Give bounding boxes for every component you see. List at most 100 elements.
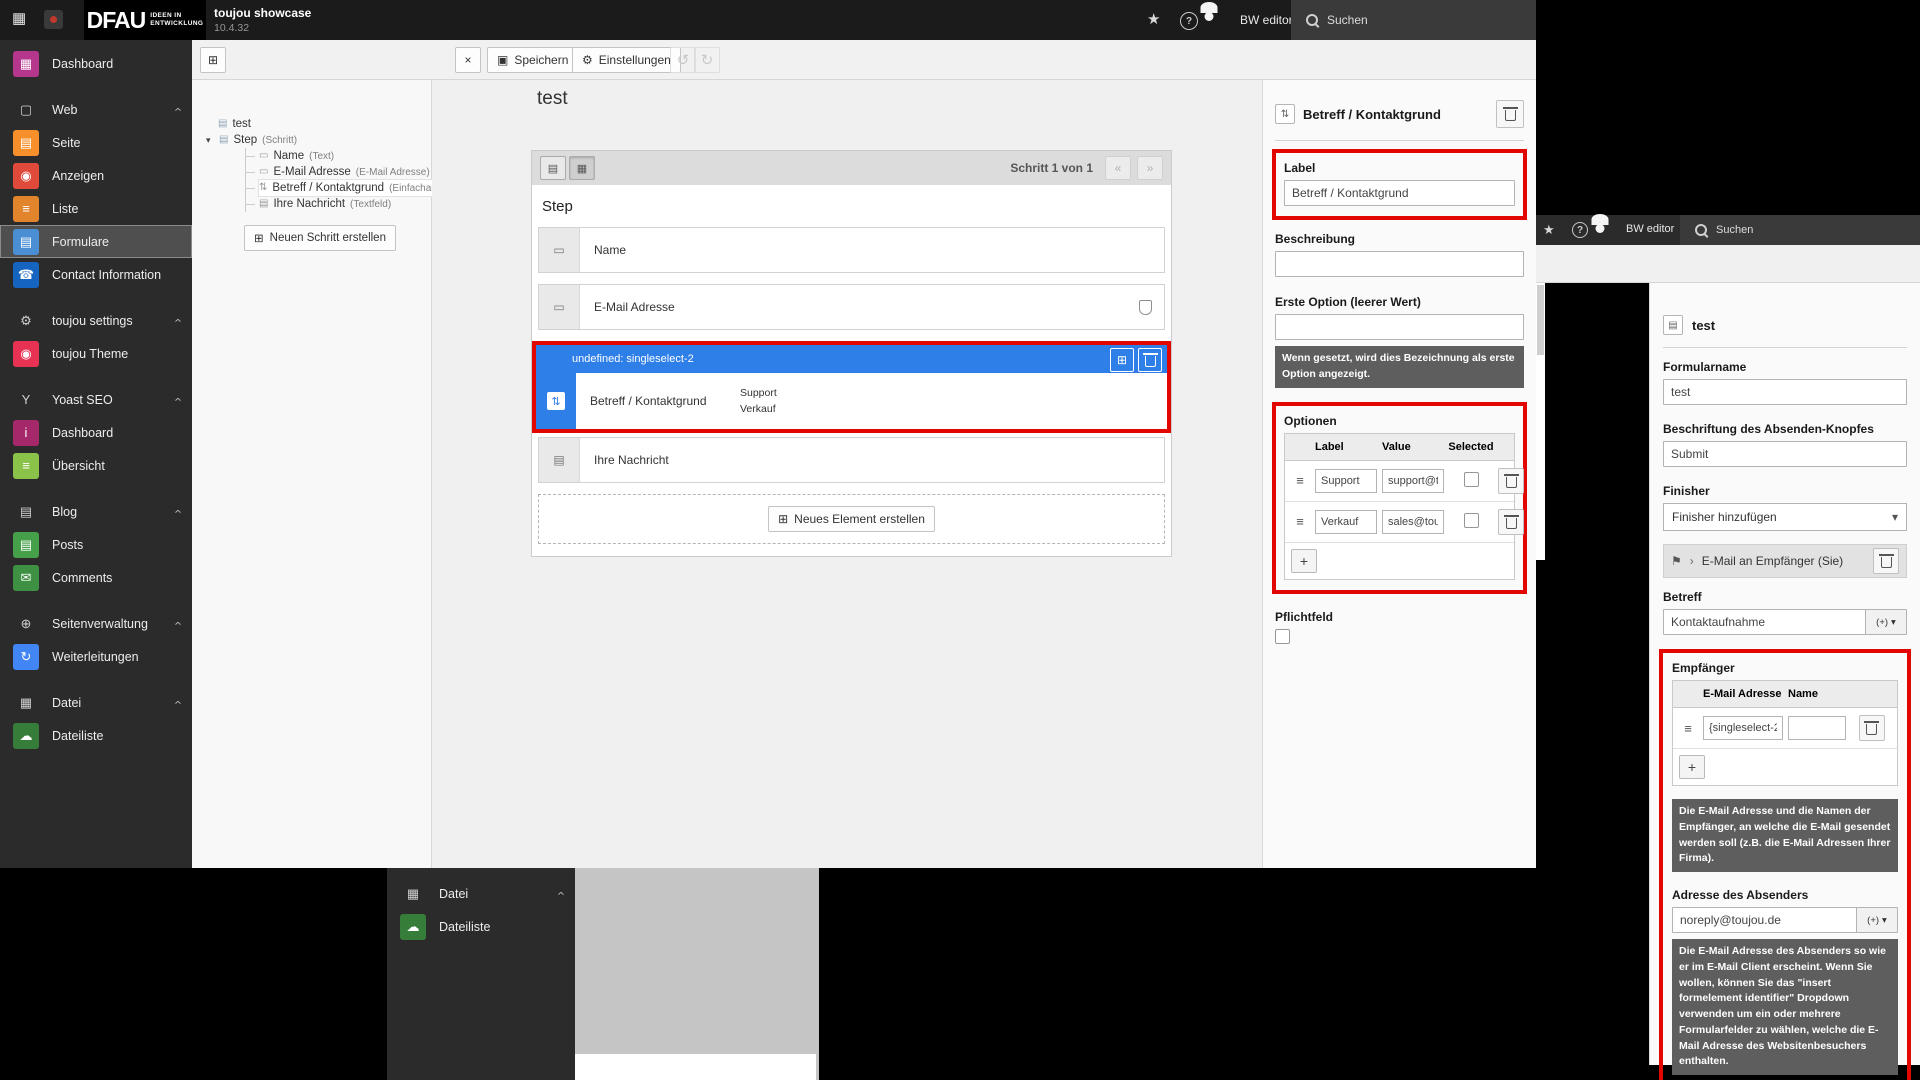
sidebar-item-contact-information[interactable]: ☎ Contact Information [0,258,192,291]
bookmark-star-icon[interactable]: ★ [1147,12,1160,27]
sidebar-item-dateiliste[interactable]: ☁ Dateiliste [387,910,575,943]
sidebar-section-yoast-seo[interactable]: Y Yoast SEO › [0,383,192,416]
search-input[interactable]: Suchen [1291,0,1536,40]
form-element-message[interactable]: ▤ Ihre Nachricht [538,437,1165,483]
window2-scrollbar[interactable] [1536,283,1545,560]
trash-icon [1145,356,1156,367]
drag-handle-icon[interactable]: ≡ [1673,721,1703,736]
insert-formelement-dropdown[interactable]: (+) ▾ [1856,908,1897,932]
new-form-button[interactable]: ⊞ [200,47,226,73]
tree-node-nachricht[interactable]: ▤ Ihre Nachricht (Textfeld) [246,196,431,212]
sidebar-item-comments[interactable]: ✉ Comments [0,561,192,594]
sidebar-item-anzeigen[interactable]: ◉ Anzeigen [0,159,192,192]
sidebar-item-weiterleitungen[interactable]: ↻ Weiterleitungen [0,640,192,673]
prev-step-button[interactable]: « [1105,156,1131,180]
sidebar-section-blog[interactable]: ▤ Blog › [0,495,192,528]
first-option-help: Wenn gesetzt, wird dies Bezeichnung als … [1275,346,1524,388]
screen: ★ ? BW editor Suchen ▦ Datei › ☁ Dateili… [0,0,1920,1080]
comments-icon: ✉ [13,565,39,591]
sidebar-item-dashboard[interactable]: ▦ Dashboard [0,47,192,80]
add-recipient-button[interactable]: + [1679,755,1705,779]
finisher-item-header[interactable]: ⚑ › E-Mail an Empfänger (Sie) [1663,544,1907,578]
sidebar-item-formulare[interactable]: ▤ Formulare [0,225,192,258]
tree-node-step[interactable]: ▾ ▤ Step (Schritt) [206,132,431,148]
redo-button[interactable]: ↻ [694,47,720,73]
sidebar-item-liste[interactable]: ≡ Liste [0,192,192,225]
bookmark-star-icon[interactable]: ★ [1543,223,1555,236]
list-icon: ≡ [13,196,39,222]
close-button[interactable]: × [455,47,481,73]
edit-toggle-icon[interactable]: ▦ [569,156,595,180]
tree-root[interactable]: ▤ test [218,116,431,132]
preview-toggle-icon[interactable]: ▤ [540,156,566,180]
version: 10.4.32 [214,22,311,34]
sidebar-item-yoast-dashboard[interactable]: i Dashboard [0,416,192,449]
option-label-input[interactable] [1315,469,1377,493]
selected-element-body[interactable]: ⇅ Betreff / Kontaktgrund Support Verkauf [536,373,1167,429]
insert-formelement-dropdown[interactable]: (+) ▾ [1865,610,1906,634]
user-name[interactable]: BW editor [1240,13,1293,27]
user-name[interactable]: BW editor [1626,223,1674,235]
tree-node-name[interactable]: ▭ Name (Text) [246,148,431,164]
settings-button[interactable]: ⚙ Einstellungen [572,47,681,73]
text-field-icon: ▭ [539,228,580,272]
required-checkbox[interactable] [1275,629,1290,644]
description-label: Beschreibung [1275,232,1524,246]
sidebar-section-toujou-settings[interactable]: ⚙ toujou settings › [0,304,192,337]
drag-handle-icon[interactable]: ≡ [1285,473,1315,488]
new-element-after-button[interactable]: ⊞ [1110,348,1134,372]
delete-recipient-button[interactable] [1859,715,1885,741]
new-element-button[interactable]: ⊞ Neues Element erstellen [768,506,935,532]
sidebar-section-seitenverwaltung[interactable]: ⊕ Seitenverwaltung › [0,607,192,640]
delete-option-button[interactable] [1498,509,1524,535]
help-icon[interactable]: ? [1180,12,1198,30]
next-step-button[interactable]: » [1137,156,1163,180]
sidebar-item-toujou-theme[interactable]: ◉ toujou Theme [0,337,192,370]
tree-node-betreff[interactable]: ⇅ Betreff / Kontaktgrund (Einfachauswahl… [246,180,431,196]
delete-element-button[interactable] [1496,100,1524,128]
formname-input[interactable] [1663,379,1907,405]
module-sidebar: ▦ Dashboard ▢ Web › ▤ Seite ◉ Anzeigen ≡… [0,40,192,868]
sidebar-item-dateiliste[interactable]: ☁ Dateiliste [0,719,192,752]
recipient-name-input[interactable] [1788,716,1846,740]
select-icon: ⇅ [259,183,267,193]
save-button[interactable]: ▣ Speichern [487,47,578,73]
sidebar-item-datei[interactable]: ▦ Datei › [387,877,575,910]
option-label-input[interactable] [1315,510,1377,534]
toujou-icon[interactable] [44,10,63,29]
add-option-button[interactable]: + [1291,549,1317,573]
description-input[interactable] [1275,251,1524,277]
sidebar-section-datei[interactable]: ▦ Datei › [0,686,192,719]
form-element-name[interactable]: ▭ Name [538,227,1165,273]
module-grid-icon[interactable]: ▦ [12,11,26,26]
tree-node-email[interactable]: ▭ E-Mail Adresse (E-Mail Adresse) [246,164,431,180]
sidebar-item-seite[interactable]: ▤ Seite [0,126,192,159]
undo-button[interactable]: ↺ [670,47,696,73]
sidebar-item-uebersicht[interactable]: ≡ Übersicht [0,449,192,482]
option-selected-checkbox[interactable] [1464,472,1479,487]
delete-option-button[interactable] [1498,468,1524,494]
new-step-button[interactable]: ⊞ Neuen Schritt erstellen [244,225,396,251]
forms-icon: ▤ [13,229,39,255]
sidebar-item-posts[interactable]: ▤ Posts [0,528,192,561]
option-value-input[interactable] [1382,510,1444,534]
gear-icon: ⚙ [582,53,593,67]
selected-element-header[interactable]: undefined: singleselect-2 ⊞ [536,345,1167,373]
submit-label-input[interactable] [1663,441,1907,467]
search-input[interactable]: Suchen [1680,215,1920,245]
expander-icon[interactable]: ▾ [206,135,214,146]
finisher-select[interactable]: Finisher hinzufügen ▾ [1663,503,1907,531]
form-element-email[interactable]: ▭ E-Mail Adresse [538,284,1165,330]
chevron-up-icon: › [170,318,183,322]
label-input[interactable] [1284,180,1515,206]
option-selected-checkbox[interactable] [1464,513,1479,528]
delete-element-button[interactable] [1138,348,1162,372]
delete-finisher-button[interactable] [1873,548,1899,574]
option-value-input[interactable] [1382,469,1444,493]
help-icon[interactable]: ? [1572,222,1588,238]
recipient-email-input[interactable] [1703,716,1783,740]
first-option-input[interactable] [1275,314,1524,340]
search-icon [1306,14,1318,26]
sidebar-section-web[interactable]: ▢ Web › [0,93,192,126]
drag-handle-icon[interactable]: ≡ [1285,514,1315,529]
